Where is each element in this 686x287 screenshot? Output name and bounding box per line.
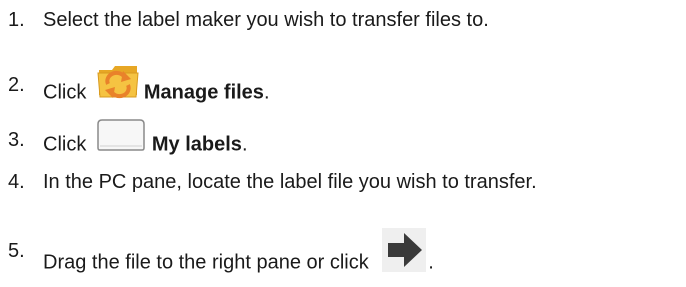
manage-files-label: Manage files: [143, 81, 264, 104]
step-punct: .: [263, 81, 270, 104]
step-text: In the PC pane, locate the label file yo…: [43, 171, 537, 193]
step-punct: .: [241, 133, 248, 156]
my-labels-label-icon: [96, 118, 146, 152]
step-text: Click: [43, 133, 92, 156]
my-labels-label: My labels: [151, 133, 242, 156]
manage-files-folder-icon: [96, 61, 140, 101]
step-number: 5.: [8, 240, 25, 262]
step-content: Drag the file to the right pane or click…: [43, 226, 434, 287]
step-number: 2.: [8, 74, 25, 96]
transfer-arrow-icon: [380, 226, 429, 274]
step-text: Select the label maker you wish to trans…: [43, 9, 489, 31]
step-text: Click: [43, 81, 92, 104]
step-text: Drag the file to the right pane or click: [43, 251, 375, 274]
step-number: 1.: [8, 9, 25, 31]
step-punct: .: [428, 251, 434, 274]
step-number: 4.: [8, 171, 25, 193]
step-number: 3.: [8, 129, 25, 151]
step-content: Click My labels.: [43, 119, 248, 162]
step-content: Click Manage files.: [43, 66, 270, 113]
